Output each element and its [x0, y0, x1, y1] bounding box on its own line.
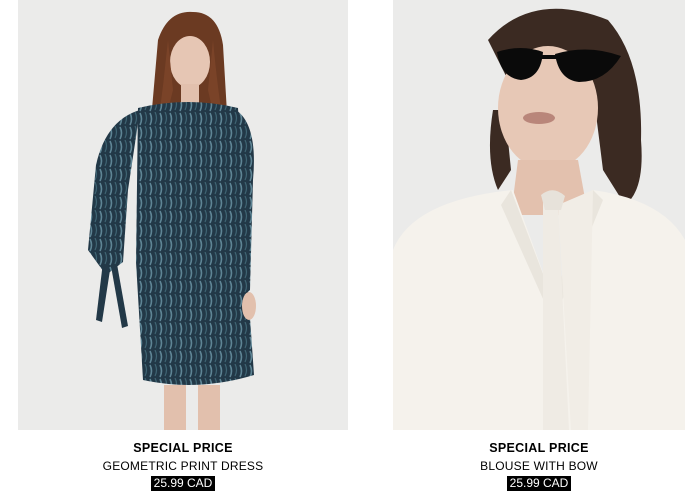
dress-model-illustration: [18, 0, 348, 430]
special-price-label: SPECIAL PRICE: [489, 441, 589, 455]
product-name[interactable]: GEOMETRIC PRINT DRESS: [18, 459, 348, 473]
product-card-blouse-with-bow[interactable]: SPECIAL PRICE BLOUSE WITH BOW 25.99 CAD: [393, 0, 685, 492]
product-card-geometric-print-dress[interactable]: SPECIAL PRICE GEOMETRIC PRINT DRESS 25.9…: [18, 0, 348, 492]
price-badge: 25.99 CAD: [506, 476, 572, 491]
special-price-label: SPECIAL PRICE: [133, 441, 233, 455]
price-badge: 25.99 CAD: [150, 476, 216, 491]
product-name[interactable]: BLOUSE WITH BOW: [393, 459, 685, 473]
blouse-model-illustration: [393, 0, 685, 430]
product-image-blouse[interactable]: [393, 0, 685, 430]
product-image-dress[interactable]: [18, 0, 348, 430]
